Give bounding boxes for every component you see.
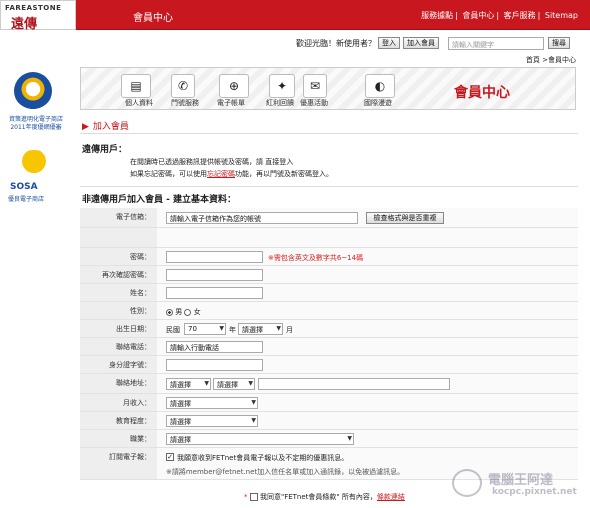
row-income: 月收入： 請選擇 bbox=[80, 394, 578, 412]
ecommerce-badge-icon[interactable] bbox=[14, 72, 52, 110]
row-email: 電子信箱： 請輸入電子信箱作為您的帳號 檢查格式與是否重複 bbox=[80, 208, 578, 228]
address-field[interactable] bbox=[258, 378, 450, 390]
ecommerce-badge-text: 資策進明化電子商店 2011年度優網優審 bbox=[8, 116, 63, 131]
password-label: 密碼： bbox=[130, 253, 151, 261]
check-email-button[interactable]: 檢查格式與是否重複 bbox=[366, 212, 444, 224]
password-confirm-label: 再次確認密碼： bbox=[102, 271, 151, 279]
nav-phone-service[interactable]: 門號服務 bbox=[171, 98, 199, 108]
email-label: 電子信箱： bbox=[116, 213, 151, 221]
link-customer-service[interactable]: 客戶服務 bbox=[504, 11, 536, 20]
profile-icon[interactable]: ▤ bbox=[121, 74, 151, 98]
add-member-heading: ▶ 加入會員 bbox=[82, 122, 129, 132]
sosa-badge-icon[interactable] bbox=[14, 150, 54, 178]
link-sitemap[interactable]: Sitemap bbox=[545, 11, 578, 20]
triangle-right-icon: ▶ bbox=[82, 122, 89, 132]
divider bbox=[80, 186, 578, 187]
member-nav-bar: ▤ 個人資料 ✆ 門號服務 ⊕ 電子帳單 ✦ 紅利回饋 ✉ 優惠活動 ◐ 國際漫… bbox=[80, 67, 576, 110]
sosa-label: SOSA bbox=[10, 182, 38, 192]
fareastone-logo[interactable]: FAREASTONE 遠傳 bbox=[0, 0, 76, 32]
top-links: 服務據點 | 會員中心 | 客戶服務 | Sitemap bbox=[421, 11, 578, 20]
income-select[interactable]: 請選擇 bbox=[166, 397, 258, 409]
gender-female-radio[interactable] bbox=[184, 308, 192, 316]
nav-roaming[interactable]: 國際漫遊 bbox=[364, 98, 392, 108]
password-field[interactable] bbox=[166, 251, 263, 263]
gender-label: 性別： bbox=[130, 307, 151, 315]
phone-icon[interactable]: ✆ bbox=[171, 74, 195, 98]
subscribe-text: 我願意收到FETnet會員電子報以及不定期的優惠訊息。 bbox=[177, 454, 349, 462]
login-button[interactable]: 登入 bbox=[378, 37, 400, 49]
password-hint: ※需包含英文及數字共6~14碼 bbox=[268, 254, 364, 262]
row-birthdate: 出生日期： 民國 70 年 請選擇 月 bbox=[80, 320, 578, 338]
terms-agreement: * 我同意"FETnet會員條款" 所有內容，條款連結 bbox=[244, 493, 405, 501]
section-title: 會員中心 bbox=[133, 13, 173, 24]
forgot-password-link[interactable]: 忘記密碼 bbox=[207, 170, 235, 178]
bonus-icon[interactable]: ✦ bbox=[269, 74, 295, 98]
gender-male-radio[interactable] bbox=[166, 308, 173, 316]
welcome-text: 歡迎光臨！新使用者？ bbox=[296, 39, 376, 48]
row-address: 聯絡地址： 請選擇 請選擇 bbox=[80, 374, 578, 394]
logo-main-text: 遠傳 bbox=[11, 17, 38, 32]
birthdate-label: 出生日期： bbox=[116, 325, 151, 333]
row-password-confirm: 再次確認密碼： bbox=[80, 266, 578, 284]
city-select[interactable]: 請選擇 bbox=[166, 378, 211, 390]
row-password: 密碼： ※需包含英文及數字共6~14碼 bbox=[80, 248, 578, 266]
watermark-face-icon bbox=[452, 469, 482, 497]
link-service-points[interactable]: 服務據點 bbox=[421, 11, 453, 20]
logo-top-text: FAREASTONE bbox=[5, 4, 62, 12]
subscribe-label: 訂閱電子報： bbox=[109, 453, 151, 461]
subscribe-note: ※請將member@fetnet.net加入信任名單或加入通訊錄，以免被過濾訊息… bbox=[166, 468, 405, 476]
row-gender: 性別： 男 女 bbox=[80, 302, 578, 320]
address-label: 聯絡地址： bbox=[116, 379, 151, 387]
watermark: 電腦王阿達 kocpc.pixnet.net bbox=[448, 465, 588, 501]
education-select[interactable]: 請選擇 bbox=[166, 415, 258, 427]
row-job: 職業： 請選擇 bbox=[80, 430, 578, 448]
income-label: 月收入： bbox=[123, 399, 151, 407]
nav-bonus[interactable]: 紅利回饋 bbox=[266, 98, 294, 108]
name-field[interactable] bbox=[166, 287, 263, 299]
roaming-globe-icon[interactable]: ◐ bbox=[365, 74, 395, 98]
phone-label: 聯絡電話： bbox=[116, 343, 151, 351]
search-input[interactable]: 請輸入關鍵字 bbox=[448, 37, 544, 50]
row-id-number: 身分證字號： bbox=[80, 356, 578, 374]
job-label: 職業： bbox=[130, 435, 151, 443]
search-button[interactable]: 搜尋 bbox=[548, 37, 570, 49]
id-number-field[interactable] bbox=[166, 359, 263, 371]
terms-link[interactable]: 條款連結 bbox=[377, 493, 405, 501]
left-badges: 資策進明化電子商店 2011年度優網優審 SOSA 優良電子商店 bbox=[0, 64, 72, 214]
row-education: 教育程度： 請選擇 bbox=[80, 412, 578, 430]
name-label: 姓名： bbox=[130, 289, 151, 297]
birth-month-select[interactable]: 請選擇 bbox=[238, 323, 283, 335]
nav-profile[interactable]: 個人資料 bbox=[125, 98, 153, 108]
district-select[interactable]: 請選擇 bbox=[213, 378, 255, 390]
era-label: 民國 bbox=[166, 326, 180, 334]
row-name: 姓名： bbox=[80, 284, 578, 302]
row-spacer bbox=[80, 228, 578, 248]
fet-user-heading: 遠傳用戶： bbox=[82, 145, 128, 155]
join-button[interactable]: 加入會員 bbox=[403, 37, 439, 49]
breadcrumb: 首頁 >會員中心 bbox=[525, 56, 576, 64]
promo-icon[interactable]: ✉ bbox=[303, 74, 327, 98]
intro-line-1: 在閱讀時已透過服務訊提供帳號及密碼，請 直接登入 bbox=[130, 158, 294, 166]
education-label: 教育程度： bbox=[116, 417, 151, 425]
intro-line-2: 如果忘記密碼，可以使用忘記密碼功能，再以門號及新密碼登入。 bbox=[130, 170, 333, 178]
job-select[interactable]: 請選擇 bbox=[166, 433, 354, 445]
globe-bill-icon[interactable]: ⊕ bbox=[219, 74, 249, 98]
id-label: 身分證字號： bbox=[109, 361, 151, 369]
row-phone: 聯絡電話： 請輸入行動電話 bbox=[80, 338, 578, 356]
phone-field[interactable]: 請輸入行動電話 bbox=[166, 341, 263, 353]
subscribe-checkbox[interactable]: ✓ bbox=[166, 453, 174, 461]
register-heading: 非遠傳用戶加入會員 - 建立基本資料： bbox=[82, 195, 237, 205]
top-bar: FAREASTONE 遠傳 會員中心 服務據點 | 會員中心 | 客戶服務 | Sit… bbox=[0, 0, 590, 32]
nav-title: 會員中心 bbox=[454, 85, 510, 101]
birth-year-select[interactable]: 70 bbox=[184, 323, 226, 335]
terms-checkbox[interactable] bbox=[249, 493, 258, 501]
divider bbox=[80, 133, 578, 134]
password-confirm-field[interactable] bbox=[166, 269, 263, 281]
sosa-sub-label: 優良電子商店 bbox=[8, 196, 45, 203]
link-member-center[interactable]: 會員中心 bbox=[462, 11, 494, 20]
nav-ebill[interactable]: 電子帳單 bbox=[217, 98, 245, 108]
nav-promotions[interactable]: 優惠活動 bbox=[300, 98, 328, 108]
email-field[interactable]: 請輸入電子信箱作為您的帳號 bbox=[166, 212, 358, 224]
